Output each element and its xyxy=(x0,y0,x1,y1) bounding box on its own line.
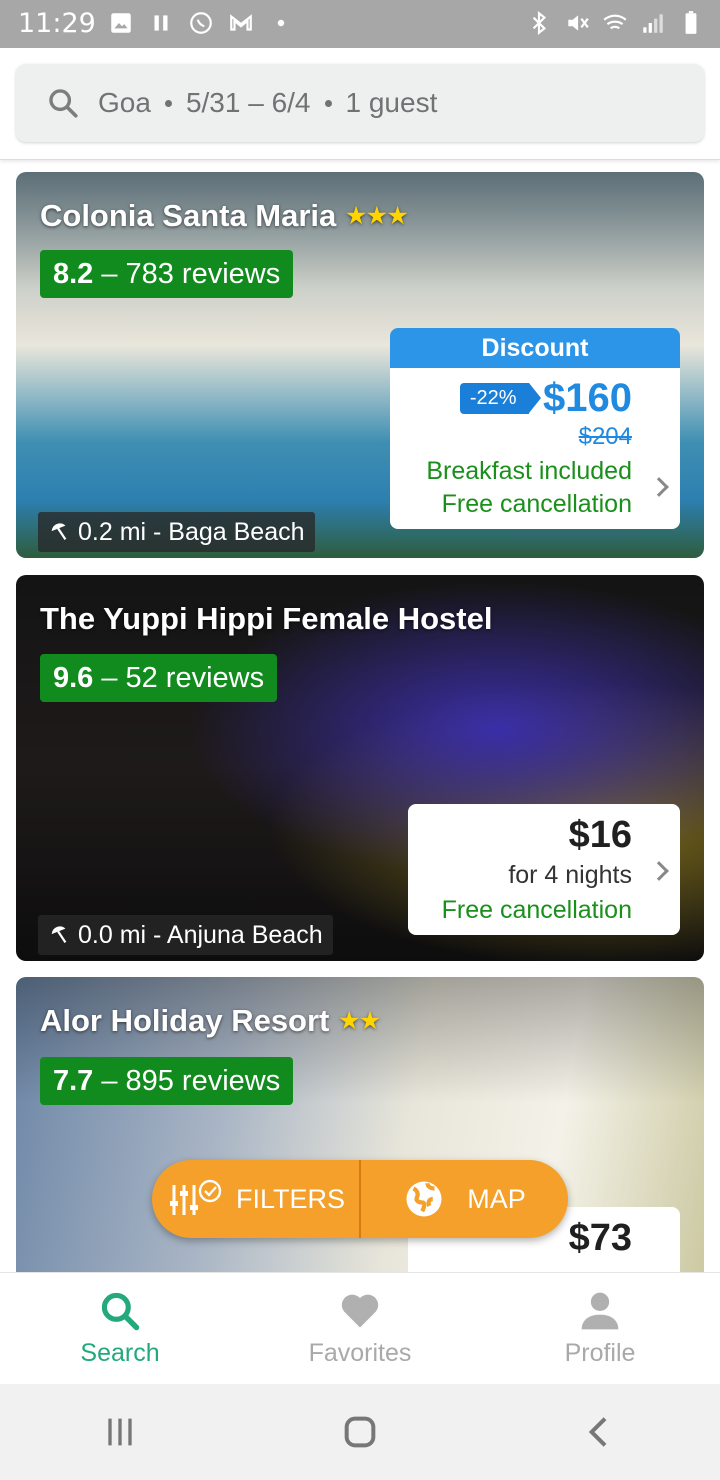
review-score-badge: 8.2 – 783 reviews xyxy=(40,250,294,298)
separator-dot xyxy=(324,99,332,107)
hotel-name-text: The Yuppi Hippi Female Hostel xyxy=(40,601,493,636)
bluetooth-icon xyxy=(532,10,547,36)
review-score: 7.7 xyxy=(53,1064,94,1097)
perk-breakfast: Breakfast included xyxy=(426,457,632,485)
review-score-badge: 7.7 – 895 reviews xyxy=(40,1057,294,1105)
star-rating: ★★★ xyxy=(346,203,409,228)
hotel-name: The Yuppi Hippi Female Hostel xyxy=(40,601,492,637)
star-rating: ★★ xyxy=(339,1008,381,1033)
heart-icon xyxy=(341,1294,379,1328)
chevron-right-icon xyxy=(649,477,669,497)
system-navigation-bar xyxy=(0,1384,720,1480)
hotel-name-text: Colonia Santa Maria xyxy=(40,198,337,233)
score-dash: – xyxy=(101,661,118,694)
status-time: 11:29 xyxy=(18,8,96,39)
map-button[interactable]: MAP xyxy=(361,1160,568,1238)
hotel-card[interactable]: The Yuppi Hippi Female Hostel 9.6 – 52 r… xyxy=(16,575,704,961)
search-summary-bar[interactable]: Goa 5/31 – 6/4 1 guest xyxy=(16,64,704,142)
nav-favorites-label: Favorites xyxy=(308,1339,412,1367)
hotel-card[interactable]: Colonia Santa Maria ★★★ 8.2 – 783 review… xyxy=(16,172,704,558)
discount-label: Discount xyxy=(390,328,680,368)
filters-map-bar: FILTERS MAP xyxy=(152,1160,568,1238)
review-score: 8.2 xyxy=(53,257,94,290)
nav-search-label: Search xyxy=(80,1339,160,1367)
battery-icon xyxy=(685,11,697,34)
review-count: 52 reviews xyxy=(125,661,265,694)
search-header: Goa 5/31 – 6/4 1 guest xyxy=(0,48,720,160)
search-dates: 5/31 – 6/4 xyxy=(185,87,311,118)
filters-icon xyxy=(169,1179,222,1215)
search-location: Goa xyxy=(98,87,151,118)
price-duration: for 4 nights xyxy=(508,861,632,889)
separator-dot xyxy=(164,99,172,107)
more-notifications-icon xyxy=(277,19,285,27)
gallery-icon xyxy=(111,13,131,33)
hotel-name: Alor Holiday Resort ★★ xyxy=(40,1003,381,1039)
hotel-name-text: Alor Holiday Resort xyxy=(40,1003,330,1038)
filters-label: FILTERS xyxy=(235,1183,345,1214)
price-panel[interactable]: Discount -22% $160 $204 Breakfast includ… xyxy=(390,328,680,529)
discount-percent-badge: -22% xyxy=(459,383,541,414)
chevron-right-icon xyxy=(649,861,669,881)
filters-button[interactable]: FILTERS xyxy=(152,1160,359,1238)
price-details: $16 for 4 nights Free cancellation xyxy=(408,804,680,935)
nav-profile-label: Profile xyxy=(564,1339,636,1367)
globe-icon xyxy=(406,1181,442,1217)
gmail-icon xyxy=(230,14,252,31)
perk-cancellation: Free cancellation xyxy=(441,490,632,518)
status-bar: 11:29 xyxy=(0,0,720,48)
home-icon[interactable] xyxy=(340,1412,380,1452)
score-dash: – xyxy=(101,1064,118,1097)
nav-search[interactable]: Search xyxy=(0,1273,240,1384)
beach-umbrella-icon xyxy=(51,523,67,540)
beach-umbrella-icon xyxy=(51,926,67,943)
search-icon xyxy=(101,1292,140,1331)
price-details: -22% $160 $204 Breakfast included Free c… xyxy=(390,368,680,529)
search-icon xyxy=(49,89,78,118)
signal-icon xyxy=(643,14,663,33)
price-panel[interactable]: $16 for 4 nights Free cancellation xyxy=(408,804,680,935)
distance-text: 0.2 mi - Baga Beach xyxy=(78,517,305,546)
pause-icon xyxy=(154,15,168,31)
distance-badge: 0.0 mi - Anjuna Beach xyxy=(38,915,333,955)
nav-profile[interactable]: Profile xyxy=(480,1273,720,1384)
back-icon[interactable] xyxy=(580,1412,620,1452)
review-count: 895 reviews xyxy=(125,1064,281,1097)
map-label: MAP xyxy=(467,1183,526,1214)
recent-apps-icon[interactable] xyxy=(100,1412,140,1452)
person-icon xyxy=(581,1292,619,1330)
search-guests: 1 guest xyxy=(345,87,438,118)
whatsapp-icon xyxy=(190,12,212,34)
perk-cancellation: Free cancellation xyxy=(441,896,632,924)
review-score-badge: 9.6 – 52 reviews xyxy=(40,654,278,702)
hotel-name: Colonia Santa Maria ★★★ xyxy=(40,198,408,234)
bottom-navigation: Search Favorites Profile xyxy=(0,1272,720,1384)
search-summary-text: Goa 5/31 – 6/4 1 guest xyxy=(98,87,437,119)
price: $160 xyxy=(543,376,632,420)
mute-icon xyxy=(568,15,589,31)
price: $16 xyxy=(568,814,632,856)
distance-text: 0.0 mi - Anjuna Beach xyxy=(78,920,323,949)
review-count: 783 reviews xyxy=(125,257,281,290)
distance-badge: 0.2 mi - Baga Beach xyxy=(38,512,315,552)
system-status-icons xyxy=(526,10,704,36)
original-price: $204 xyxy=(578,423,632,450)
nav-favorites[interactable]: Favorites xyxy=(240,1273,480,1384)
notification-icons xyxy=(108,10,294,36)
review-score: 9.6 xyxy=(53,661,94,694)
score-dash: – xyxy=(101,257,118,290)
wifi-icon xyxy=(603,14,627,30)
